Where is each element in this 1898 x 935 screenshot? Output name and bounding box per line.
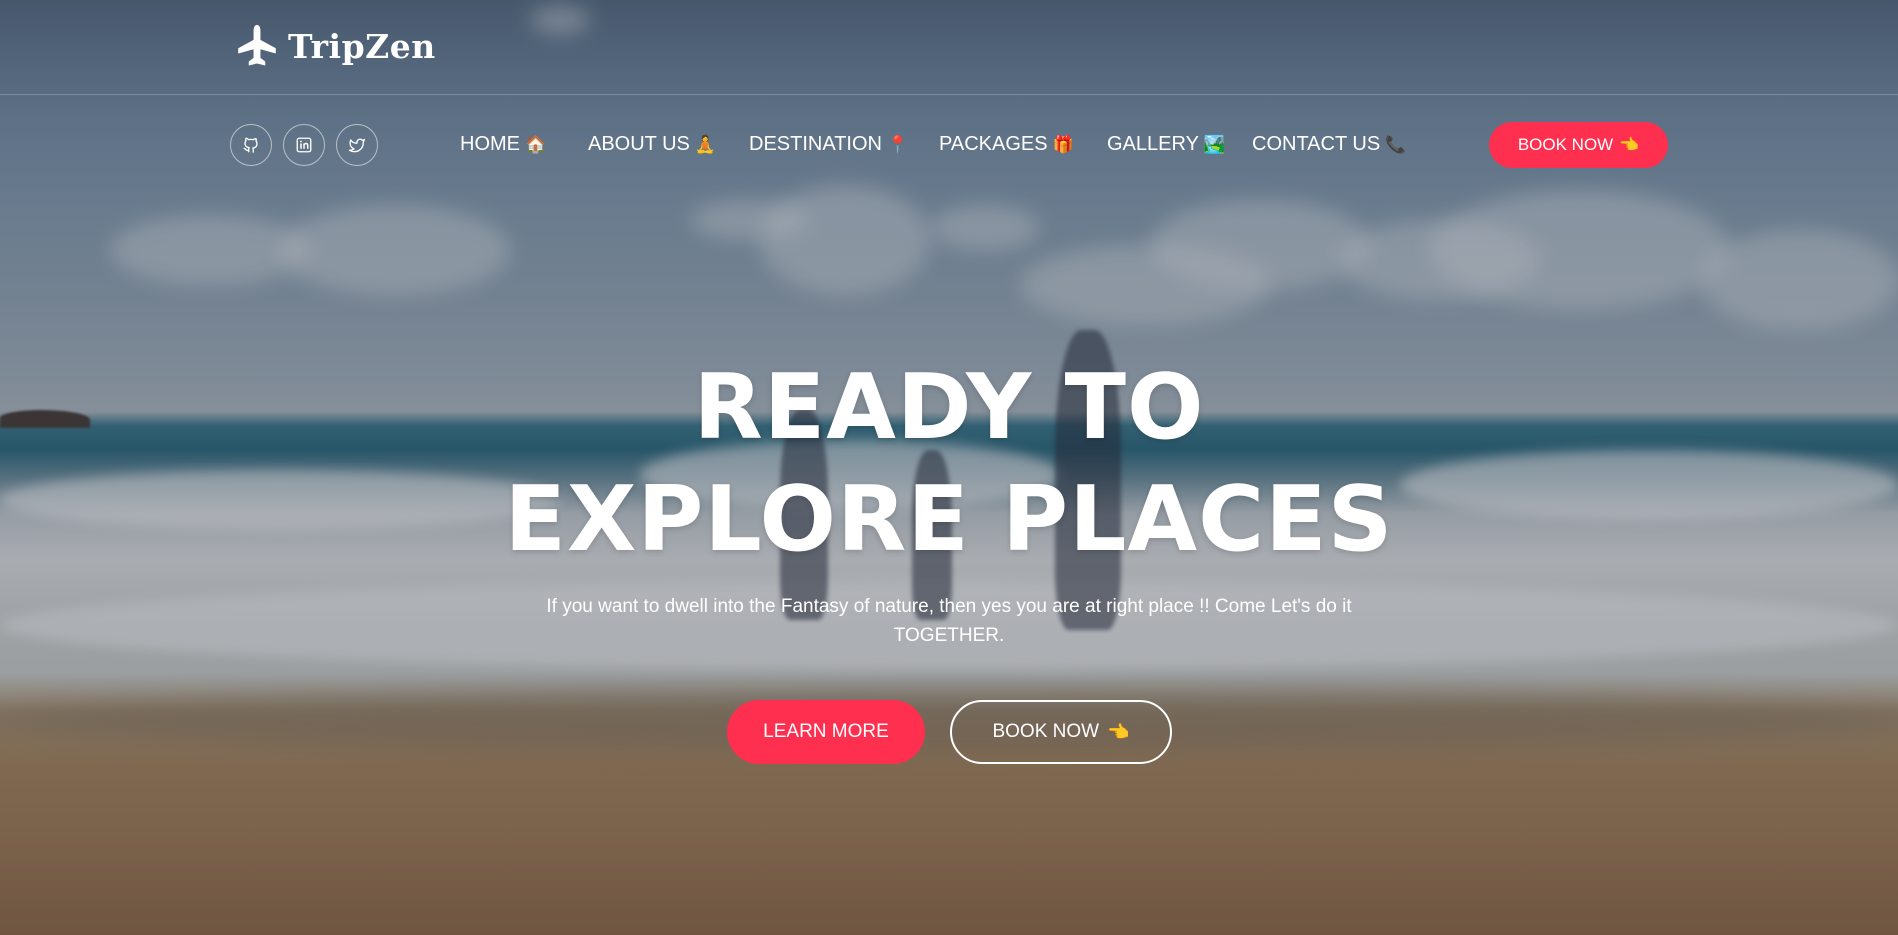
- pointing-hand-icon: 👈: [1107, 721, 1130, 742]
- pin-icon: 📍: [886, 134, 909, 154]
- nav-item-label: DESTINATION: [749, 133, 882, 155]
- linkedin-icon: [296, 137, 312, 153]
- nav-item-label: PACKAGES: [939, 133, 1048, 155]
- gift-icon: 🎁: [1052, 134, 1074, 154]
- airplane-icon: [238, 24, 276, 66]
- nav-item-label: CONTACT US: [1252, 133, 1381, 155]
- learn-more-label: LEARN MORE: [763, 721, 889, 742]
- nav-item-home[interactable]: HOME 🏠: [460, 133, 588, 156]
- nav-item-label: HOME: [460, 133, 520, 155]
- nav-item-packages[interactable]: PACKAGES 🎁: [939, 133, 1107, 156]
- hero-book-now-button[interactable]: BOOK NOW 👈: [950, 700, 1172, 764]
- main-nav: HOME 🏠 ABOUT US 🧘 DESTINATION 📍 PACKAGES…: [0, 120, 1898, 170]
- nav-book-now-button[interactable]: BOOK NOW 👈: [1489, 122, 1668, 168]
- pointing-hand-icon: 👈: [1619, 137, 1640, 154]
- nav-item-contact-us[interactable]: CONTACT US 📞: [1252, 133, 1422, 156]
- social-links: [230, 124, 378, 166]
- landscape-icon: 🏞️: [1203, 134, 1226, 154]
- nav-item-label: ABOUT US: [588, 133, 690, 155]
- github-link[interactable]: [230, 124, 272, 166]
- hero-subtitle: If you want to dwell into the Fantasy of…: [546, 596, 1352, 646]
- nav-item-about-us[interactable]: ABOUT US 🧘: [588, 133, 749, 156]
- twitter-icon: [348, 138, 366, 153]
- nav-item-label: GALLERY: [1107, 133, 1199, 155]
- house-icon: 🏠: [525, 134, 547, 154]
- hero-book-now-label: BOOK NOW: [992, 721, 1100, 742]
- github-icon: [243, 137, 258, 153]
- hero-headline: READY TO EXPLORE PLACES: [0, 352, 1898, 576]
- brand-name: TripZen: [288, 26, 436, 66]
- nav-menu: HOME 🏠 ABOUT US 🧘 DESTINATION 📍 PACKAGES…: [460, 133, 1422, 156]
- phone-icon: 📞: [1385, 134, 1407, 154]
- meditation-icon: 🧘: [694, 134, 717, 154]
- linkedin-link[interactable]: [283, 124, 325, 166]
- nav-book-now-label: BOOK NOW: [1517, 135, 1614, 154]
- twitter-link[interactable]: [336, 124, 378, 166]
- nav-item-gallery[interactable]: GALLERY 🏞️: [1107, 133, 1252, 156]
- hero-headline-line-1: READY TO: [693, 355, 1205, 460]
- nav-item-destination[interactable]: DESTINATION 📍: [749, 133, 939, 156]
- brand-bar: TripZen: [0, 0, 1898, 95]
- learn-more-button[interactable]: LEARN MORE: [727, 700, 925, 764]
- hero-headline-line-2: EXPLORE PLACES: [504, 467, 1394, 572]
- logo[interactable]: TripZen: [234, 22, 436, 70]
